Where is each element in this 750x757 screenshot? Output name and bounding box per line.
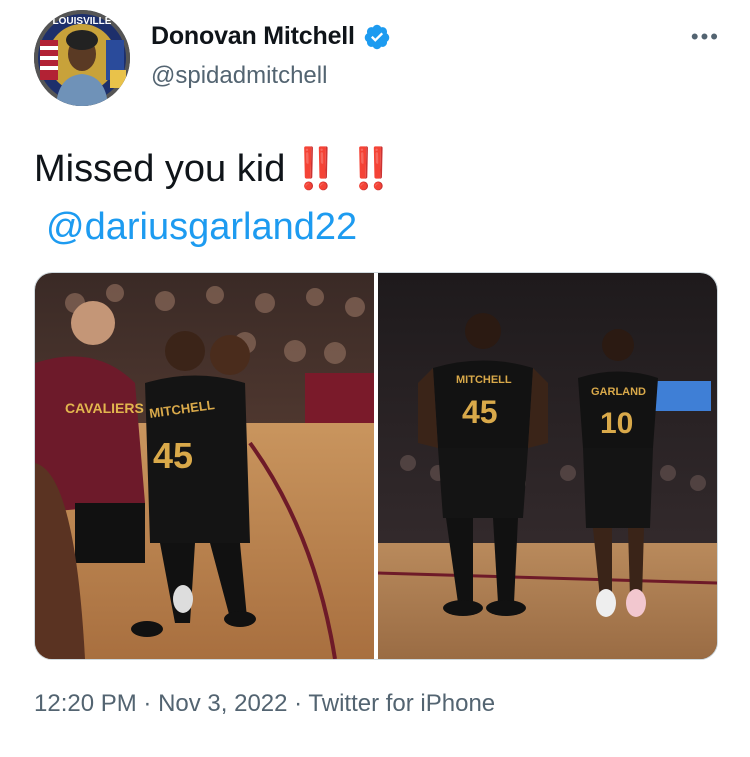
double-exclamation-emoji: ‼️ ‼️ — [291, 147, 396, 191]
tweet-header: LOUISVILLE Donovan Mitchell @spidadmitch… — [34, 10, 724, 106]
tweet-time[interactable]: 12:20 PM — [34, 690, 137, 717]
mention-link[interactable]: @dariusgarland22 — [46, 198, 714, 256]
jersey-number-text: 45 — [153, 435, 193, 476]
display-name[interactable]: Donovan Mitchell — [151, 22, 355, 51]
tweet-text: Missed you kid ‼️ ‼️ @dariusgarland22 — [34, 140, 714, 256]
player-2-number-text: 10 — [600, 407, 633, 440]
meta-separator: · — [143, 690, 159, 717]
tweet-body: Missed you kid — [34, 148, 286, 190]
avatar[interactable]: LOUISVILLE — [34, 10, 130, 106]
cavaliers-shirt-text: CAVALIERS — [65, 400, 144, 416]
tweet-source[interactable]: Twitter for iPhone — [308, 690, 495, 717]
verified-badge-icon — [364, 24, 390, 49]
more-horizontal-icon[interactable]: ••• — [691, 24, 720, 50]
tweet-meta: 12:20 PM · Nov 3, 2022 · Twitter for iPh… — [34, 690, 495, 718]
photo-backs[interactable]: MITCHELL 45 GARLAND 10 — [377, 273, 717, 659]
player-1-name-text: MITCHELL — [456, 374, 512, 386]
photo-hug[interactable]: CAVALIERS MITCHELL 45 — [35, 273, 374, 659]
tweet-date[interactable]: Nov 3, 2022 — [158, 690, 287, 717]
avatar-badge-text: LOUISVILLE — [53, 16, 112, 27]
player-1-number-text: 45 — [462, 394, 498, 430]
tweet-media: CAVALIERS MITCHELL 45 MITCHELL 45 GARLAN… — [34, 272, 718, 660]
meta-separator: · — [294, 690, 309, 717]
user-handle[interactable]: @spidadmitchell — [151, 62, 327, 90]
name-row: Donovan Mitchell — [151, 22, 391, 51]
player-2-name-text: GARLAND — [591, 386, 646, 398]
